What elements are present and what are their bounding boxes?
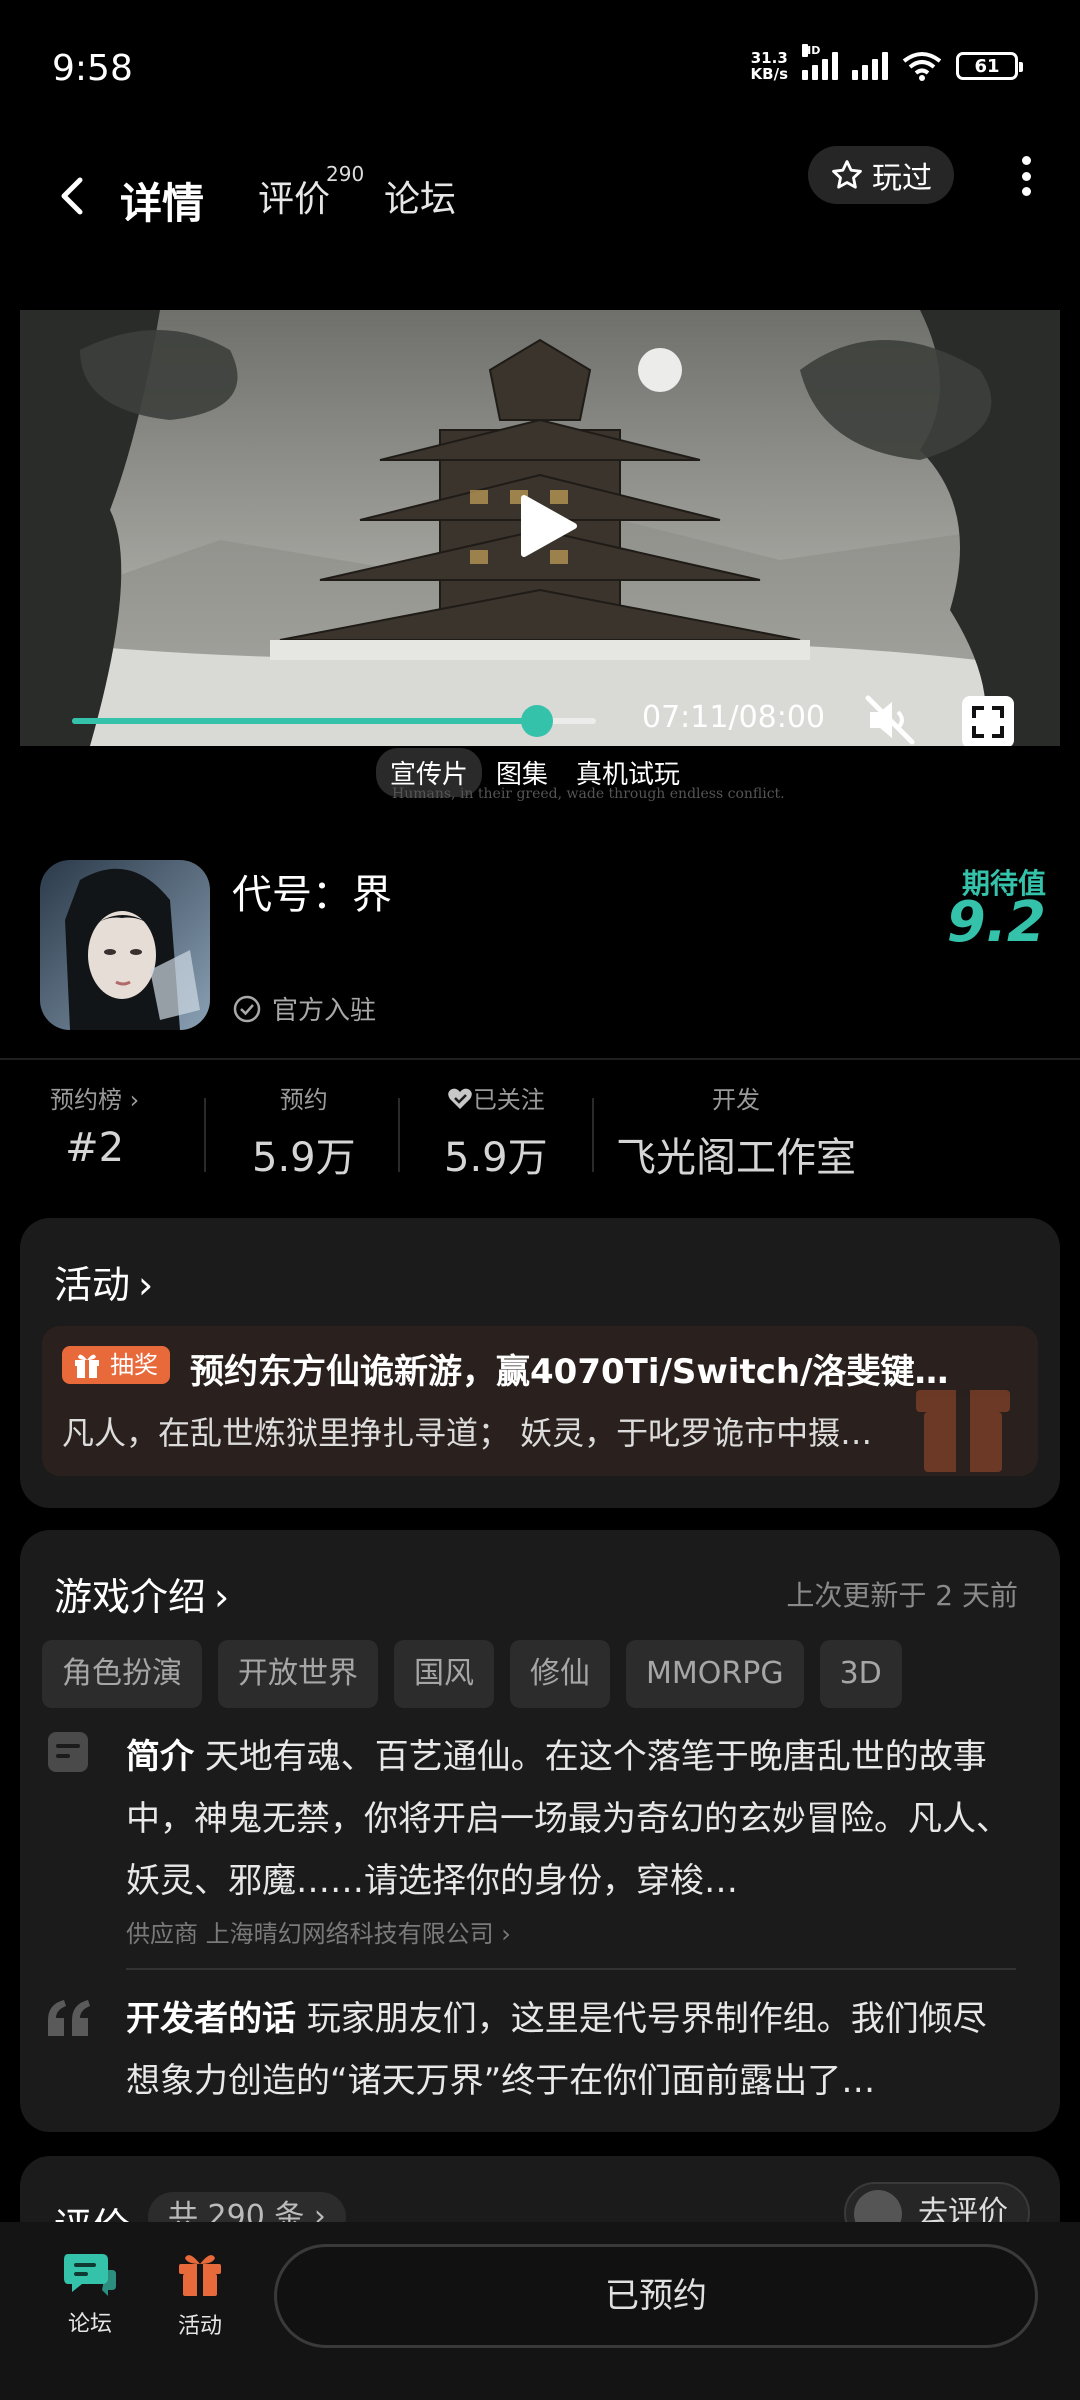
top-nav: 详情 评价 290 论坛 玩过 xyxy=(0,140,1080,260)
lottery-badge: 抽奖 xyxy=(62,1346,170,1384)
tab-review[interactable]: 评价 290 xyxy=(258,162,364,222)
status-icons: 31.3 KB/s HD 61 xyxy=(750,44,1023,83)
status-time: 9:58 xyxy=(52,48,133,89)
status-bar: 9:58 31.3 KB/s HD 61 xyxy=(0,0,1080,140)
activity-section-title[interactable]: 活动 › xyxy=(54,1254,153,1309)
stat-divider xyxy=(592,1098,594,1172)
more-menu-icon[interactable] xyxy=(1016,156,1036,196)
activity-description: 凡人，在乱世炼狱里挣扎寻道； 妖灵，于叱罗诡市中摄… xyxy=(62,1414,873,1452)
activity-headline: 预约东方仙诡新游，赢4070Ti/Switch/洛斐键… xyxy=(190,1352,949,1392)
tag[interactable]: 国风 xyxy=(394,1640,494,1708)
last-updated: 上次更新于 2 天前 xyxy=(786,1579,1018,1612)
stats-row: 预约榜 › #2 预约 5.9万 已关注 5.9万 开发 飞光阁工作室 xyxy=(0,1080,1080,1183)
tab-detail[interactable]: 详情 xyxy=(117,170,207,231)
review-count-badge: 290 xyxy=(326,162,365,186)
video-player[interactable]: 07:11/08:00 xyxy=(20,310,1060,746)
document-icon xyxy=(48,1732,88,1772)
video-time: 07:11/08:00 xyxy=(642,700,826,735)
activity-item[interactable]: 抽奖 预约东方仙诡新游，赢4070Ti/Switch/洛斐键… 凡人，在乱世炼狱… xyxy=(42,1326,1038,1476)
game-title: 代号：界 xyxy=(232,872,392,918)
video-progress-fill xyxy=(72,718,537,724)
video-subtitle: Humans, in their greed, wade through end… xyxy=(392,786,785,802)
gift-watermark-icon xyxy=(916,1390,1010,1472)
cellular-signal-2-icon xyxy=(852,52,888,80)
heart-icon xyxy=(448,1088,472,1109)
gift-icon xyxy=(75,1354,99,1378)
battery-icon: 61 xyxy=(956,52,1023,80)
activity-card: 活动 › 抽奖 预约东方仙诡新游，赢4070Ti/Switch/洛斐键… 凡人，在… xyxy=(20,1218,1060,1508)
supplier-link[interactable]: 供应商 上海晴幻网络科技有限公司 › xyxy=(126,1914,511,1949)
game-intro-card: 游戏介绍 › 上次更新于 2 天前 角色扮演 开放世界 国风 修仙 MMORPG … xyxy=(20,1530,1060,2132)
stat-divider xyxy=(398,1098,400,1172)
mute-icon[interactable] xyxy=(862,692,918,746)
network-speed: 31.3 KB/s xyxy=(750,49,788,83)
bottom-forum-button[interactable]: 论坛 xyxy=(50,2248,130,2338)
intro-section-title[interactable]: 游戏介绍 › xyxy=(54,1566,229,1621)
video-progress-bar[interactable] xyxy=(72,705,596,737)
bottom-bar: 论坛 活动 已预约 xyxy=(0,2222,1080,2400)
tag[interactable]: 3D xyxy=(819,1640,902,1708)
official-badge: 官方入驻 xyxy=(232,990,376,1027)
star-icon xyxy=(832,160,862,189)
cellular-signal-icon: HD xyxy=(802,44,838,80)
bottom-activity-button[interactable]: 活动 xyxy=(160,2248,240,2340)
forum-icon xyxy=(64,2254,116,2296)
stat-followers: 已关注 5.9万 xyxy=(444,1086,548,1181)
video-progress-knob[interactable] xyxy=(520,705,553,737)
fullscreen-icon[interactable] xyxy=(962,696,1014,746)
gift-icon xyxy=(179,2255,221,2296)
wifi-icon xyxy=(902,52,942,81)
tag[interactable]: 角色扮演 xyxy=(42,1640,202,1708)
stat-divider xyxy=(204,1098,206,1172)
developer-words[interactable]: 开发者的话 玩家朋友们，这里是代号界制作组。我们倾尽想象力创造的“诸天万界”终于… xyxy=(126,1988,1016,2112)
divider xyxy=(0,1058,1080,1060)
tag[interactable]: 修仙 xyxy=(510,1640,610,1708)
tag[interactable]: MMORPG xyxy=(626,1640,804,1708)
played-button[interactable]: 玩过 xyxy=(808,146,954,204)
quote-icon xyxy=(48,2000,90,2036)
reserved-button[interactable]: 已预约 xyxy=(274,2244,1038,2348)
tag-list: 角色扮演 开放世界 国风 修仙 MMORPG 3D xyxy=(42,1640,902,1708)
tag[interactable]: 开放世界 xyxy=(218,1640,378,1708)
verified-check-icon xyxy=(233,995,261,1022)
tab-forum[interactable]: 论坛 xyxy=(384,170,456,222)
back-arrow-icon[interactable] xyxy=(50,166,90,226)
expectation-score: 9.2 xyxy=(946,890,1046,955)
divider xyxy=(126,1968,1016,1970)
stat-reservations: 预约 5.9万 xyxy=(252,1086,356,1181)
game-icon[interactable] xyxy=(40,860,210,1030)
game-summary[interactable]: 简介 天地有魂、百艺通仙。在这个落笔于晚唐乱世的故事中，神鬼无禁，你将开启一场最… xyxy=(126,1726,1016,1912)
play-icon[interactable] xyxy=(510,490,582,562)
stat-reservation-rank[interactable]: 预约榜 › #2 xyxy=(50,1080,139,1171)
chevron-right-icon: › xyxy=(138,1263,154,1307)
game-icon-art xyxy=(40,860,210,1030)
stat-developer[interactable]: 开发 飞光阁工作室 xyxy=(616,1080,856,1183)
chevron-right-icon: › xyxy=(214,1575,230,1619)
